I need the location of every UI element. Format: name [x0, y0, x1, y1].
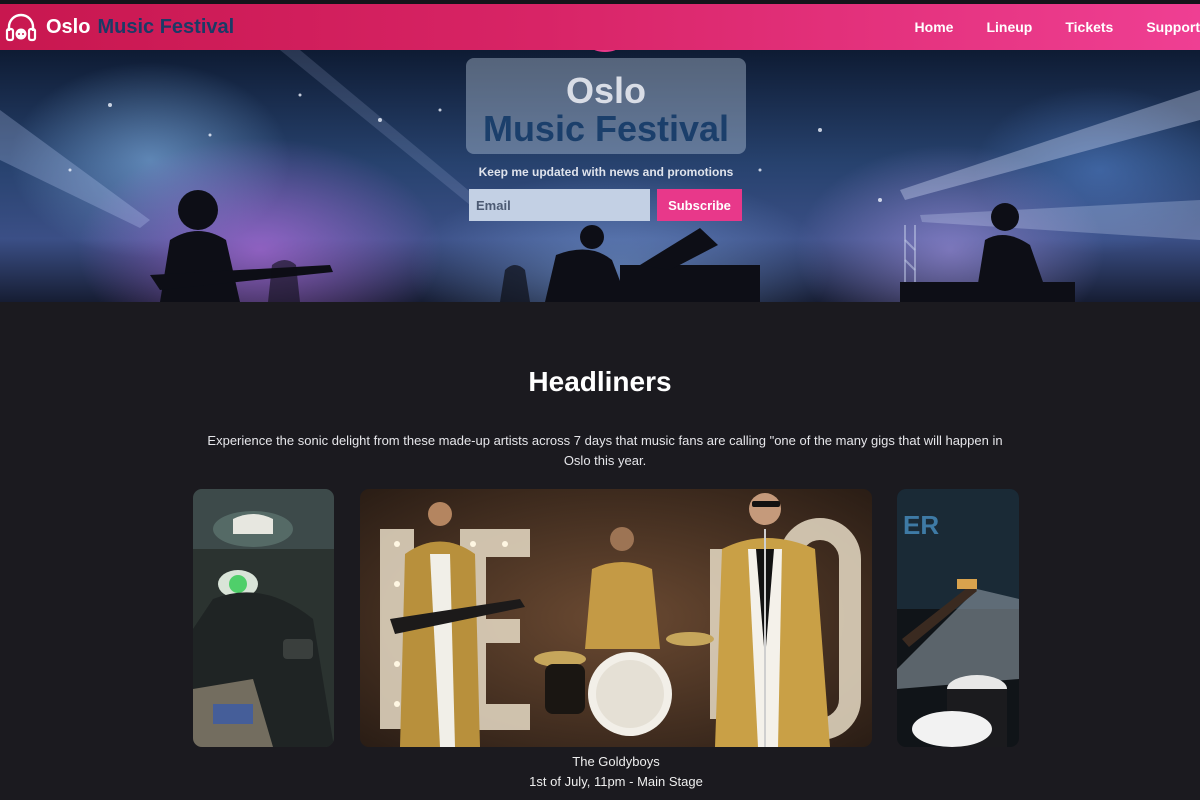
- brand-name-oslo: Oslo: [46, 15, 91, 38]
- svg-text:ER: ER: [903, 510, 939, 540]
- hero-title-oslo: Oslo: [565, 70, 646, 111]
- nav-tickets[interactable]: Tickets: [1065, 19, 1113, 35]
- guitar-drums-image: ER: [897, 489, 1019, 747]
- nav-lineup[interactable]: Lineup: [986, 19, 1032, 35]
- headliner-card-next[interactable]: ER: [897, 489, 1019, 747]
- hero-title-card: Oslo Music Festival: [466, 58, 746, 154]
- hero-title-music-festival: Music Festival: [482, 108, 730, 149]
- headliners-title: Headliners: [528, 366, 672, 397]
- subscribe-button[interactable]: Subscribe: [657, 189, 742, 221]
- nav-links: Home Lineup Tickets Support: [915, 4, 1200, 50]
- goldyboys-band-image: [360, 489, 872, 747]
- brand[interactable]: Oslo Music Festival: [4, 10, 234, 44]
- headliners-description: Experience the sonic delight from these …: [207, 433, 1003, 468]
- headliner-card-current[interactable]: [360, 489, 872, 747]
- brand-name-music-festival: Music Festival: [97, 15, 235, 38]
- hero-banner: Oslo Music Festival Keep me updated with…: [0, 50, 1200, 302]
- headliner-card-prev[interactable]: [193, 489, 334, 747]
- crowd-image: [193, 489, 334, 747]
- newsletter-prompt: Keep me updated with news and promotions: [478, 165, 734, 179]
- headliner-details: 1st of July, 11pm - Main Stage: [529, 774, 703, 789]
- headphones-icon: [5, 13, 37, 42]
- nav-home[interactable]: Home: [915, 19, 954, 35]
- nav-support[interactable]: Support: [1146, 19, 1200, 35]
- navbar: Oslo Music Festival Home Lineup Tickets …: [0, 4, 1200, 50]
- email-input[interactable]: [469, 189, 650, 221]
- headliner-name: The Goldyboys: [572, 754, 660, 769]
